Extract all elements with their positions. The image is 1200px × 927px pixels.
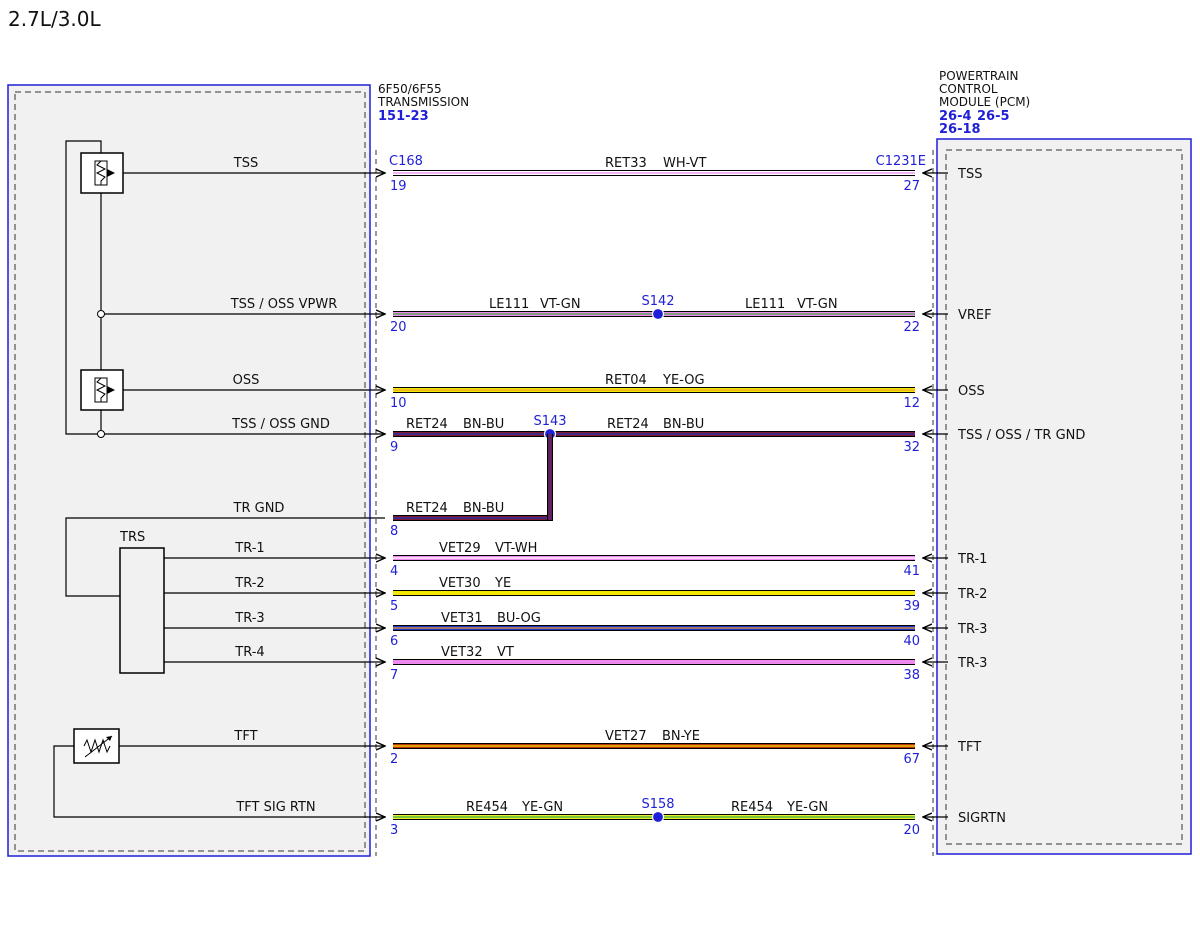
- wire-color-code: BN-BU: [463, 501, 504, 516]
- pcm-line2: CONTROL: [939, 82, 998, 96]
- pin-number-left: 4: [390, 564, 398, 579]
- pcm-line3: MODULE (PCM): [939, 95, 1030, 109]
- pin-number-right: 41: [903, 564, 920, 579]
- circuit-number: VET27: [605, 729, 647, 744]
- pcm-pin-label: TR-2: [957, 587, 987, 602]
- circuit-number: LE111: [745, 297, 785, 312]
- pcm-pin-label: OSS: [958, 384, 985, 399]
- pcm-pin-label: SIGRTN: [958, 811, 1006, 826]
- pin-number-right: 67: [903, 752, 920, 767]
- pin-function-label: TFT: [233, 729, 257, 744]
- pin-function-label: TR-2: [234, 576, 264, 591]
- pcm-pin-label: TR-3: [957, 656, 987, 671]
- pin-number-right: 22: [903, 320, 920, 335]
- pcm-pin-label: TFT: [957, 740, 981, 755]
- pin-number-left: 8: [390, 524, 398, 539]
- tft-thermistor-icon: [73, 728, 120, 764]
- pin-function-label: TSS: [233, 156, 258, 171]
- circuit-number: VET32: [441, 645, 483, 660]
- splice-label: S142: [641, 294, 674, 309]
- pcm-pin-label: TR-3: [957, 622, 987, 637]
- pin-number-left: 5: [390, 599, 398, 614]
- pin-number-right: 39: [903, 599, 920, 614]
- connector-c1231e-label: C1231E: [876, 154, 926, 169]
- transmission-name: TRANSMISSION: [377, 95, 469, 109]
- transmission-model: 6F50/6F55: [378, 82, 442, 96]
- circuit-number: RET04: [605, 373, 647, 388]
- pin-function-label: TFT SIG RTN: [235, 800, 315, 815]
- pin-function-label: TR GND: [233, 501, 285, 516]
- pin-number-right: 38: [903, 668, 920, 683]
- pcm-pin-label: TR-1: [957, 552, 987, 567]
- pin-number-left: 6: [390, 634, 398, 649]
- transmission-ref-link[interactable]: 151-23: [378, 109, 429, 124]
- circuit-number: VET29: [439, 541, 481, 556]
- pin-function-label: OSS: [233, 373, 260, 388]
- circuit-number: RET24: [406, 417, 448, 432]
- page-title: 2.7L/3.0L: [8, 7, 101, 31]
- pin-number-right: 20: [903, 823, 920, 838]
- wire-color-code: YE: [494, 576, 511, 591]
- pin-number-right: 12: [903, 396, 920, 411]
- pin-number-left: 7: [390, 668, 398, 683]
- pin-number-left: 19: [390, 179, 407, 194]
- wire-color-code: WH-VT: [663, 156, 706, 171]
- wire-color-code: YE-GN: [521, 800, 563, 815]
- circuit-number: VET30: [439, 576, 481, 591]
- oss-sensor-icon: [80, 369, 124, 411]
- pin-function-label: TSS / OSS VPWR: [230, 297, 338, 312]
- splice-dot: [651, 307, 665, 321]
- wire-color-code: BN-BU: [463, 417, 504, 432]
- circuit-number: RET24: [406, 501, 448, 516]
- pin-number-left: 9: [390, 440, 398, 455]
- wire-color-code: BN-YE: [662, 729, 700, 744]
- pin-number-left: 2: [390, 752, 398, 767]
- splice-dot: [651, 810, 665, 824]
- pin-number-right: 32: [903, 440, 920, 455]
- wire-color-code: BU-OG: [497, 611, 541, 626]
- pin-number-right: 27: [903, 179, 920, 194]
- wire-color-code: YE-OG: [662, 373, 705, 388]
- wiring-diagram: 2.7L/3.0L 6F50/6F55 TRANSMISSION 151-23 …: [7, 7, 1192, 857]
- splice-label: S158: [641, 797, 674, 812]
- harness-wires: [393, 173, 948, 824]
- trs-label: TRS: [119, 530, 145, 545]
- wire-color-code: VT-GN: [540, 297, 581, 312]
- pin-function-label: TSS / OSS GND: [231, 417, 330, 432]
- junction-dot: [97, 430, 105, 438]
- pin-number-right: 40: [903, 634, 920, 649]
- pcm-pin-label: TSS / OSS / TR GND: [957, 428, 1085, 443]
- circuit-number: RET24: [607, 417, 649, 432]
- pin-number-left: 3: [390, 823, 398, 838]
- circuit-number: VET31: [441, 611, 483, 626]
- wire-color-code: VT: [497, 645, 514, 660]
- pin-function-label: TR-4: [234, 645, 264, 660]
- pcm-pin-label: VREF: [958, 308, 992, 323]
- pin-number-left: 20: [390, 320, 407, 335]
- tss-sensor-icon: [80, 152, 124, 194]
- trs-switch-box: [119, 547, 165, 674]
- pcm-line1: POWERTRAIN: [939, 69, 1019, 83]
- circuit-number: RE454: [731, 800, 773, 815]
- pin-function-label: TR-3: [234, 611, 264, 626]
- wire-color-code: YE-GN: [786, 800, 828, 815]
- pcm-ref-link-3[interactable]: 26-18: [939, 122, 981, 137]
- pcm-pin-label: TSS: [957, 167, 982, 182]
- connector-c168-label: C168: [389, 154, 423, 169]
- transmission-frame: [7, 84, 371, 857]
- wire-color-code: BN-BU: [663, 417, 704, 432]
- pin-function-label: TR-1: [234, 541, 264, 556]
- pcm-ref-link-2[interactable]: 26-5: [977, 109, 1010, 124]
- splice-label: S143: [533, 414, 566, 429]
- circuit-number: LE111: [489, 297, 529, 312]
- wire-color-code: VT-WH: [495, 541, 537, 556]
- circuit-number: RET33: [605, 156, 647, 171]
- circuit-number: RE454: [466, 800, 508, 815]
- junction-dot: [97, 310, 105, 318]
- wire-color-code: VT-GN: [797, 297, 838, 312]
- pin-number-left: 10: [390, 396, 407, 411]
